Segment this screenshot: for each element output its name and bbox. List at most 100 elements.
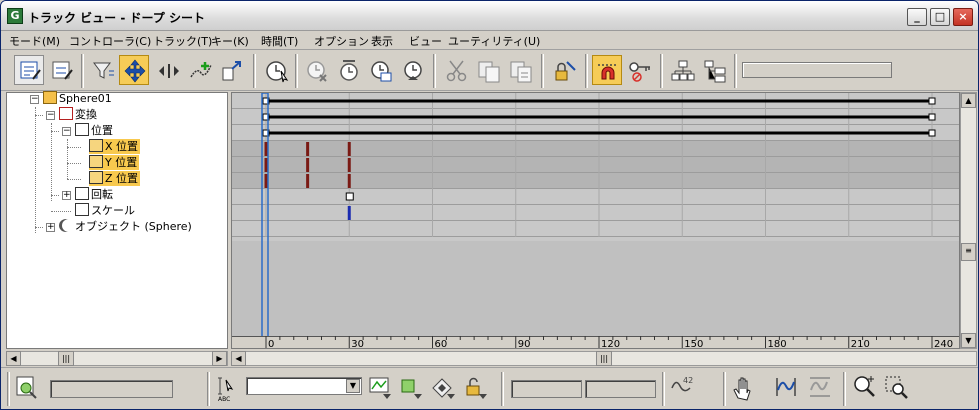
- hierarchy-button[interactable]: [667, 55, 697, 85]
- paste-button[interactable]: [505, 55, 535, 85]
- menu-controller[interactable]: コントローラ(C): [69, 33, 151, 49]
- tree-item-position[interactable]: 位置: [75, 123, 113, 138]
- lock-selection-button[interactable]: [549, 55, 579, 85]
- menu-key[interactable]: キー(K): [211, 33, 249, 49]
- svg-text:42: 42: [683, 376, 693, 385]
- edit-keys-button[interactable]: [14, 55, 44, 85]
- zoom-horizontal-extents-icon[interactable]: [773, 374, 801, 402]
- copy-button[interactable]: [473, 55, 503, 85]
- tree-item-transform[interactable]: 変換: [59, 107, 97, 122]
- animation-key: [306, 158, 310, 172]
- key-property-dropdown[interactable]: ▼: [246, 377, 362, 395]
- rename-object-icon[interactable]: ABC: [215, 374, 243, 402]
- tree-item-z-position[interactable]: Z 位置: [89, 171, 141, 186]
- frame-field[interactable]: [511, 380, 582, 398]
- show-selected-key-stats-icon[interactable]: 42: [669, 374, 697, 402]
- float-track-icon: [89, 171, 103, 184]
- ruler-tick-label: 60: [435, 339, 448, 349]
- scroll-left-arrow-icon[interactable]: ◀: [6, 351, 21, 366]
- zoom-icon[interactable]: [852, 374, 880, 402]
- filter-track-icon[interactable]: [367, 374, 395, 402]
- collapse-sphere01-toggle[interactable]: −: [30, 95, 39, 104]
- tree-horizontal-scrollbar[interactable]: ◀ ||| ▶: [6, 351, 228, 366]
- value-field[interactable]: [585, 380, 656, 398]
- dope-sheet-area[interactable]: 0 30 60 90 120 150 180 210 240: [231, 92, 960, 349]
- tree-item-object[interactable]: オブジェクト (Sphere): [59, 219, 192, 234]
- scroll-thumb[interactable]: |||: [58, 351, 74, 366]
- filter-animated-icon[interactable]: [431, 374, 459, 402]
- expand-rotation-toggle[interactable]: +: [62, 191, 71, 200]
- menu-track[interactable]: トラック(T): [153, 33, 212, 49]
- window-title: トラック ビュー - ドープ シート: [28, 11, 205, 25]
- slide-keys-button[interactable]: [153, 55, 183, 85]
- scroll-left-arrow-icon[interactable]: ◀: [231, 351, 246, 366]
- tree-item-y-position[interactable]: Y 位置: [89, 155, 140, 170]
- tree-item-label: 位置: [91, 124, 113, 137]
- collapse-transform-toggle[interactable]: −: [46, 111, 55, 120]
- maximize-button[interactable]: □: [930, 8, 950, 26]
- scale-time-icon: [371, 61, 392, 82]
- delete-time-button[interactable]: [301, 55, 331, 85]
- collapse-position-toggle[interactable]: −: [62, 127, 71, 136]
- scroll-thumb[interactable]: ≡: [961, 243, 976, 261]
- toolbar-separator: [843, 372, 846, 406]
- menu-utilities[interactable]: ユーティリティ(U): [448, 33, 540, 49]
- select-time-button[interactable]: [261, 55, 291, 85]
- show-tracks-button[interactable]: [699, 55, 729, 85]
- track-row: [232, 173, 959, 189]
- pan-hand-icon[interactable]: [731, 374, 759, 402]
- main-toolbar: [1, 51, 978, 91]
- scroll-up-arrow-icon[interactable]: ▲: [961, 93, 976, 108]
- cut-button[interactable]: [441, 55, 471, 85]
- range-end-handle: [928, 129, 936, 137]
- paste-icon: [510, 61, 532, 83]
- title-bar[interactable]: G トラック ビュー - ドープ シート _ □ ×: [1, 1, 978, 31]
- scale-keys-button[interactable]: [216, 55, 246, 85]
- menu-mode[interactable]: モード(M): [9, 33, 60, 49]
- app-icon: G: [7, 8, 23, 24]
- toolbar-separator: [81, 54, 84, 88]
- range-end-handle: [928, 97, 936, 105]
- menu-options[interactable]: オプション: [314, 33, 369, 49]
- rotation-icon: [75, 187, 89, 200]
- zoom-selected-object-icon[interactable]: [14, 374, 42, 402]
- toolbar-separator: [585, 54, 588, 88]
- add-keys-button[interactable]: [185, 55, 215, 85]
- dope-vertical-scrollbar[interactable]: ▲ ≡ ▼: [960, 92, 977, 349]
- tree-item-label: 回転: [91, 188, 113, 201]
- tree-item-scale[interactable]: スケール: [75, 203, 135, 218]
- menu-view[interactable]: ビュー: [409, 33, 442, 49]
- show-keyable-button[interactable]: [624, 55, 654, 85]
- hierarchy-icon: [671, 60, 695, 81]
- close-button[interactable]: ×: [953, 8, 973, 26]
- scale-time-button[interactable]: [365, 55, 395, 85]
- reverse-time-button[interactable]: [397, 55, 427, 85]
- zoom-region-icon[interactable]: [883, 374, 911, 402]
- dope-horizontal-scrollbar[interactable]: ◀ |||: [231, 351, 977, 366]
- move-keys-button[interactable]: [119, 55, 149, 85]
- minimize-button[interactable]: _: [907, 8, 927, 26]
- expand-object-toggle[interactable]: +: [46, 223, 55, 232]
- zoom-value-extents-icon[interactable]: [807, 374, 835, 402]
- tree-item-x-position[interactable]: X 位置: [89, 139, 141, 154]
- menu-display[interactable]: 表示: [371, 33, 393, 49]
- edit-ranges-button[interactable]: [46, 55, 76, 85]
- lock-selection-icon: [555, 61, 576, 81]
- filter-button[interactable]: [87, 55, 117, 85]
- insert-time-button[interactable]: [333, 55, 363, 85]
- scroll-down-arrow-icon[interactable]: ▼: [961, 333, 976, 348]
- filter-unlocked-icon[interactable]: [463, 374, 491, 402]
- chevron-down-icon[interactable]: ▼: [346, 379, 360, 393]
- scroll-thumb[interactable]: |||: [596, 351, 612, 366]
- svg-text:ABC: ABC: [218, 396, 230, 402]
- dope-sheet-canvas[interactable]: 0 30 60 90 120 150 180 210 240: [232, 93, 960, 349]
- scroll-right-arrow-icon[interactable]: ▶: [212, 351, 227, 366]
- filter-selected-icon[interactable]: [398, 374, 426, 402]
- snap-frames-button[interactable]: [592, 55, 622, 85]
- toolbar-name-field[interactable]: [742, 62, 892, 78]
- tree-item-rotation[interactable]: 回転: [75, 187, 113, 202]
- tree-item-sphere01[interactable]: Sphere01: [43, 91, 112, 106]
- controller-tree[interactable]: − Sphere01 − 変換 − 位置 X 位置 Y 位置 Z 位置 + 回転…: [6, 91, 228, 349]
- object-name-field[interactable]: [50, 380, 173, 398]
- menu-time[interactable]: 時間(T): [261, 33, 298, 49]
